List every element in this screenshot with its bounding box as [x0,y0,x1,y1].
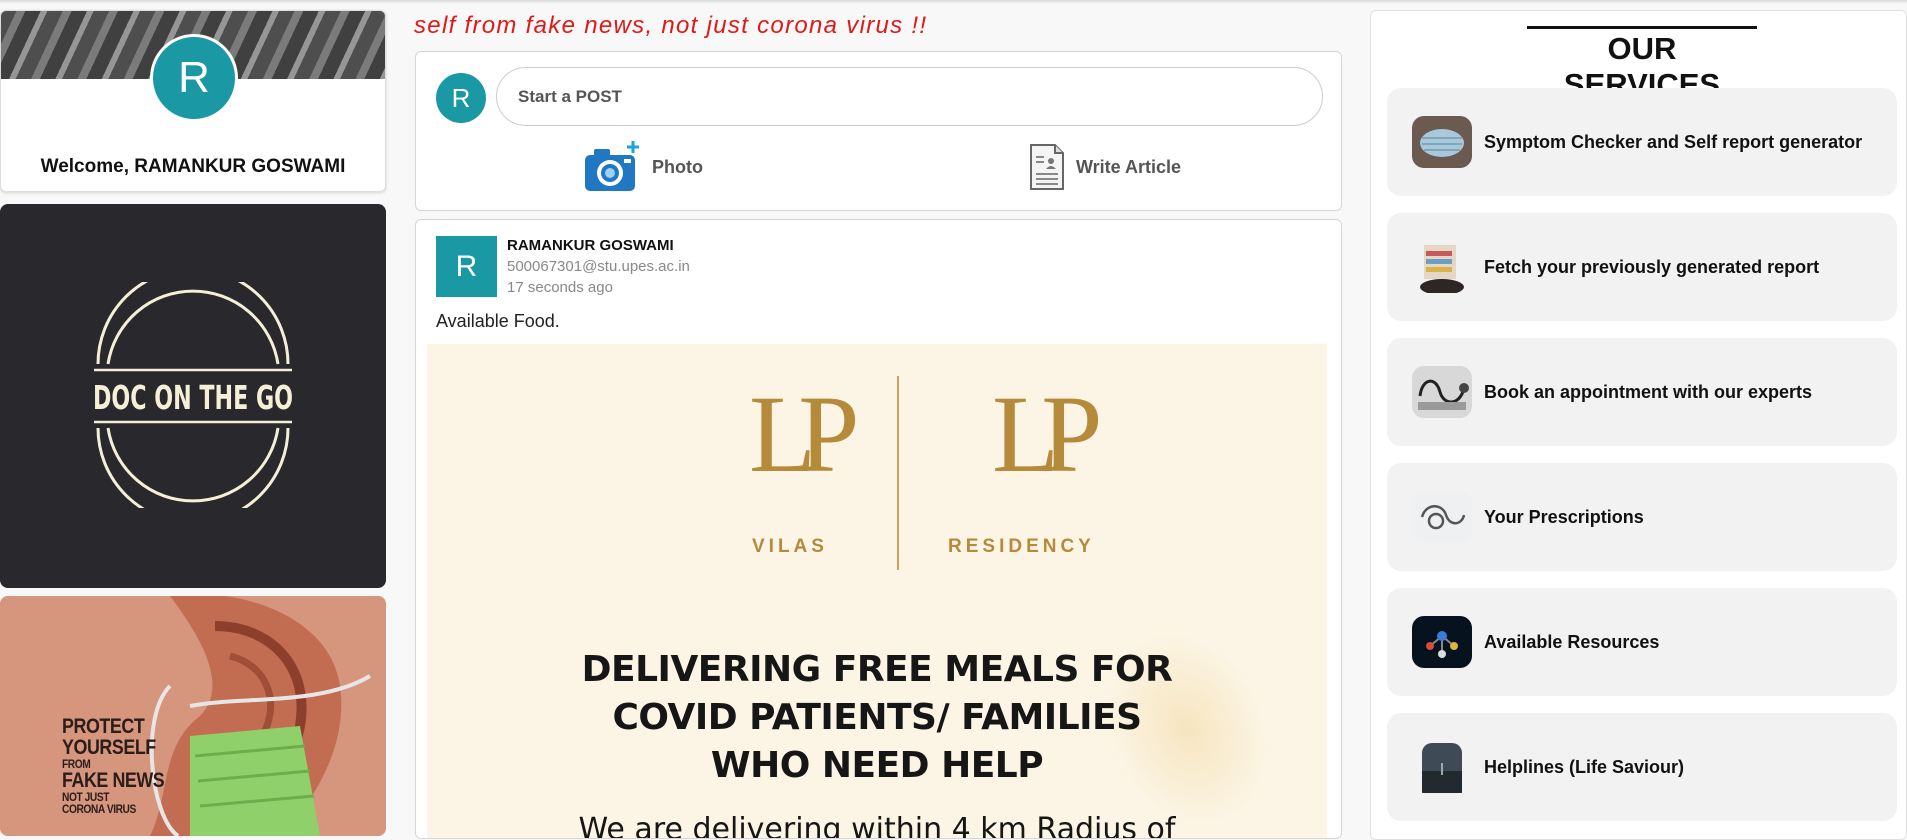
services-panel: OUR SERVICES Symptom Checker and Self re… [1370,10,1907,840]
report-icon [1412,241,1472,293]
image-subline: We are delivering within 4 km Radius of [578,812,1176,839]
service-label: Helplines (Life Saviour) [1484,756,1685,777]
doc-on-the-go-logo: DOC ON THE GO [0,204,386,588]
top-shadow [0,0,1907,4]
write-article-label: Write Article [1076,156,1182,177]
brand-left-subtitle: VILAS [752,536,828,557]
left-sidebar: R Welcome, RAMANKUR GOSWAMI DOC ON THE G… [0,10,386,836]
helpline-icon [1412,741,1472,793]
fake-line-6: CORONA VIRUS [62,802,136,816]
fake-line-1: PROTECT [62,715,145,738]
service-helplines[interactable]: Helplines (Life Saviour) [1387,713,1897,821]
service-label: Your Prescriptions [1484,506,1644,527]
photo-label: Photo [652,156,703,177]
profile-card: R Welcome, RAMANKUR GOSWAMI [0,10,386,192]
welcome-text: Welcome, RAMANKUR GOSWAMI [40,156,346,177]
write-article-button[interactable]: Write Article [1028,137,1181,197]
service-available-resources[interactable]: Available Resources [1387,588,1897,696]
brand-divider [897,376,899,570]
image-headline: DELIVERING FREE MEALS FOR COVID PATIENTS… [427,646,1327,790]
headline-line-2: COVID PATIENTS/ FAMILIES [612,697,1142,738]
protect-from-fake-news-banner: PROTECT YOURSELF FROM FAKE NEWS NOT JUST… [0,596,386,836]
post-body-text: Available Food. [436,311,560,331]
logo-emblem-icon: DOC ON THE GO [93,282,293,508]
post-image[interactable]: LP LP VILAS RESIDENCY DELIVERING FREE ME… [427,344,1327,839]
post-author-name[interactable]: RAMANKUR GOSWAMI [507,237,674,254]
brand-left-mark: LP [749,373,859,495]
news-ticker: self from fake news, not just corona vir… [414,12,928,39]
fake-line-2: YOURSELF [62,736,156,759]
logo-text: DOC ON THE GO [93,378,293,417]
profile-avatar[interactable]: R [150,34,238,122]
service-label: Available Resources [1484,631,1660,652]
brand-right-mark: LP [992,373,1102,495]
feed-post: R RAMANKUR GOSWAMI 500067301@stu.upes.ac… [415,219,1342,839]
service-label: Symptom Checker and Self report generato… [1484,131,1863,152]
service-fetch-report[interactable]: Fetch your previously generated report [1387,213,1897,321]
prescription-icon [1412,491,1472,543]
start-post-input[interactable] [496,67,1323,126]
headline-line-3: WHO NEED HELP [710,745,1044,786]
fake-news-text: PROTECT YOURSELF FROM FAKE NEWS NOT JUST… [62,716,182,815]
mask-icon [1412,116,1472,168]
composer-avatar: R [436,73,486,123]
service-book-appointment[interactable]: Book an appointment with our experts [1387,338,1897,446]
post-timestamp: 17 seconds ago [507,279,613,296]
document-icon [1030,144,1064,190]
molecule-icon [1412,616,1472,668]
headline-line-1: DELIVERING FREE MEALS FOR [581,649,1173,690]
post-author-email: 500067301@stu.upes.ac.in [507,258,690,275]
fake-line-4: FAKE NEWS [62,769,165,792]
service-prescriptions[interactable]: Your Prescriptions [1387,463,1897,571]
camera-add-icon [585,141,639,191]
post-author-avatar[interactable]: R [436,236,497,297]
photo-button[interactable]: Photo [582,137,703,197]
stethoscope-icon [1412,366,1472,418]
brand-right-subtitle: RESIDENCY [948,536,1095,557]
ear-mask-illustration [0,596,386,836]
service-symptom-checker[interactable]: Symptom Checker and Self report generato… [1387,88,1897,196]
service-label: Book an appointment with our experts [1484,381,1813,402]
service-label: Fetch your previously generated report [1484,256,1820,277]
post-composer: R Photo Write Article [415,51,1342,211]
